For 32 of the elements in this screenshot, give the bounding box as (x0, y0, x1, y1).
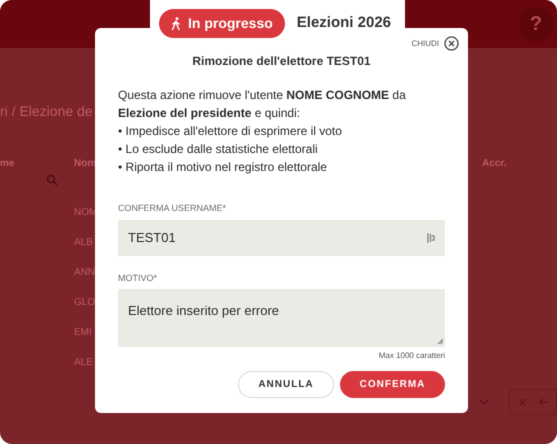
table-cell: GLO (74, 296, 96, 309)
cancel-button[interactable]: ANNULLA (238, 371, 334, 398)
username-field[interactable]: TEST01 (118, 220, 445, 256)
status-pill: In progresso (159, 9, 285, 38)
breadcrumb: ri / Elezione de (0, 103, 93, 119)
character-limit-hint: Max 1000 caratteri (378, 350, 445, 362)
resize-handle-icon[interactable] (437, 338, 443, 344)
close-icon[interactable] (444, 36, 459, 51)
election-name: Elezioni 2026 (296, 13, 392, 34)
close-label: CHIUDI (411, 38, 439, 50)
dialog-message: Questa azione rimuove l'utente NOME COGNOME da Elezione del presidente e quindi: (118, 87, 407, 122)
table-cell: EMI (74, 326, 92, 339)
table-cell: ALE (74, 356, 93, 369)
reason-field[interactable]: Elettore inserito per errore (118, 289, 445, 347)
field-value: Elettore inserito per errore (128, 303, 280, 318)
dialog-title: Rimozione dell'elettore TEST01 (192, 53, 371, 70)
bullet-item: • Lo esclude dalle statistiche elettorali (118, 141, 319, 158)
password-manager-icon[interactable] (427, 232, 435, 244)
field-label: CONFERMA USERNAME* (118, 202, 226, 215)
column-header: Nom (74, 157, 96, 171)
table-cell: ANN (74, 266, 96, 279)
table-cell: ALB (74, 236, 93, 249)
field-value: TEST01 (128, 228, 176, 247)
chevron-down-icon (479, 399, 489, 405)
column-header: Accr. (482, 157, 506, 171)
walking-figure-icon (171, 17, 181, 30)
column-header: me (0, 157, 14, 171)
field-label: MOTIVO* (118, 272, 158, 284)
confirm-button[interactable]: CONFERMA (340, 371, 445, 398)
bullet-item: • Impedisce all'elettore di esprimere il voto (118, 123, 343, 140)
bullet-item: • Riporta il motivo nel registro elettorale (118, 159, 328, 176)
search-icon[interactable] (46, 174, 58, 186)
